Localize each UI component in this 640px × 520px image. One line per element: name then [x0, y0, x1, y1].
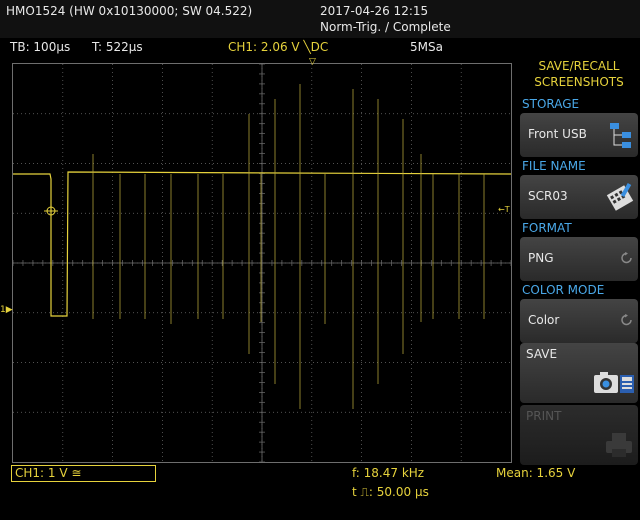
color-mode-softkey[interactable]: Color [520, 299, 638, 343]
file-name-softkey[interactable]: SCR03 [520, 175, 638, 219]
device-info: HMO1524 (HW 0x10130000; SW 04.522) [6, 4, 253, 18]
format-softkey[interactable]: PNG [520, 237, 638, 281]
printer-icon [606, 433, 632, 457]
waveform-display[interactable] [12, 63, 512, 463]
trigger-position-marker[interactable]: ▽ [309, 57, 316, 67]
keyboard-edit-icon [606, 182, 634, 211]
file-name-label: FILE NAME [522, 159, 586, 173]
print-softkey[interactable]: PRINT [520, 405, 638, 465]
save-label: SAVE [526, 347, 558, 361]
datetime: 2017-04-26 12:15 [320, 4, 429, 18]
color-mode-value: Color [528, 313, 560, 327]
ch1-scale-box[interactable]: CH1: 1 V ≅ [11, 465, 156, 482]
waveform-svg [13, 64, 511, 462]
color-mode-label: COLOR MODE [522, 283, 605, 297]
timebase-readout: TB: 100µs [10, 40, 71, 54]
menu-title: SAVE/RECALL SCREENSHOTS [534, 59, 624, 89]
format-label: FORMAT [522, 221, 572, 235]
trigger-readout: CH1: 2.06 V ╲DC [228, 40, 329, 54]
usb-tree-icon [610, 123, 631, 148]
trigger-point-marker [44, 204, 58, 218]
print-label: PRINT [526, 409, 562, 423]
storage-value: Front USB [528, 127, 587, 141]
cycle-icon [621, 314, 632, 326]
storage-label: STORAGE [522, 97, 580, 111]
trigger-level-marker[interactable]: ←T [498, 205, 510, 214]
system-bar: HMO1524 (HW 0x10130000; SW 04.522) 2017-… [0, 0, 640, 38]
file-name-value: SCR03 [528, 189, 568, 203]
frequency-readout: f: 18.47 kHz [352, 466, 425, 480]
sample-rate-readout: 5MSa [410, 40, 443, 54]
mean-readout: Mean: 1.65 V [496, 466, 576, 480]
status-line: TB: 100µs T: 522µs CH1: 2.06 V ╲DC 5MSa [0, 40, 515, 58]
period-readout: t ⎍: 50.00 µs [352, 485, 429, 499]
grid [13, 64, 511, 462]
channel-marker[interactable]: 1▶ [0, 305, 13, 315]
cycle-icon [621, 252, 632, 264]
save-softkey[interactable]: SAVE [520, 343, 638, 403]
camera-save-icon [594, 372, 634, 393]
trigger-state: Norm-Trig. / Complete [320, 20, 451, 34]
trigger-time-readout: T: 522µs [92, 40, 143, 54]
format-value: PNG [528, 251, 554, 265]
storage-softkey[interactable]: Front USB [520, 113, 638, 157]
